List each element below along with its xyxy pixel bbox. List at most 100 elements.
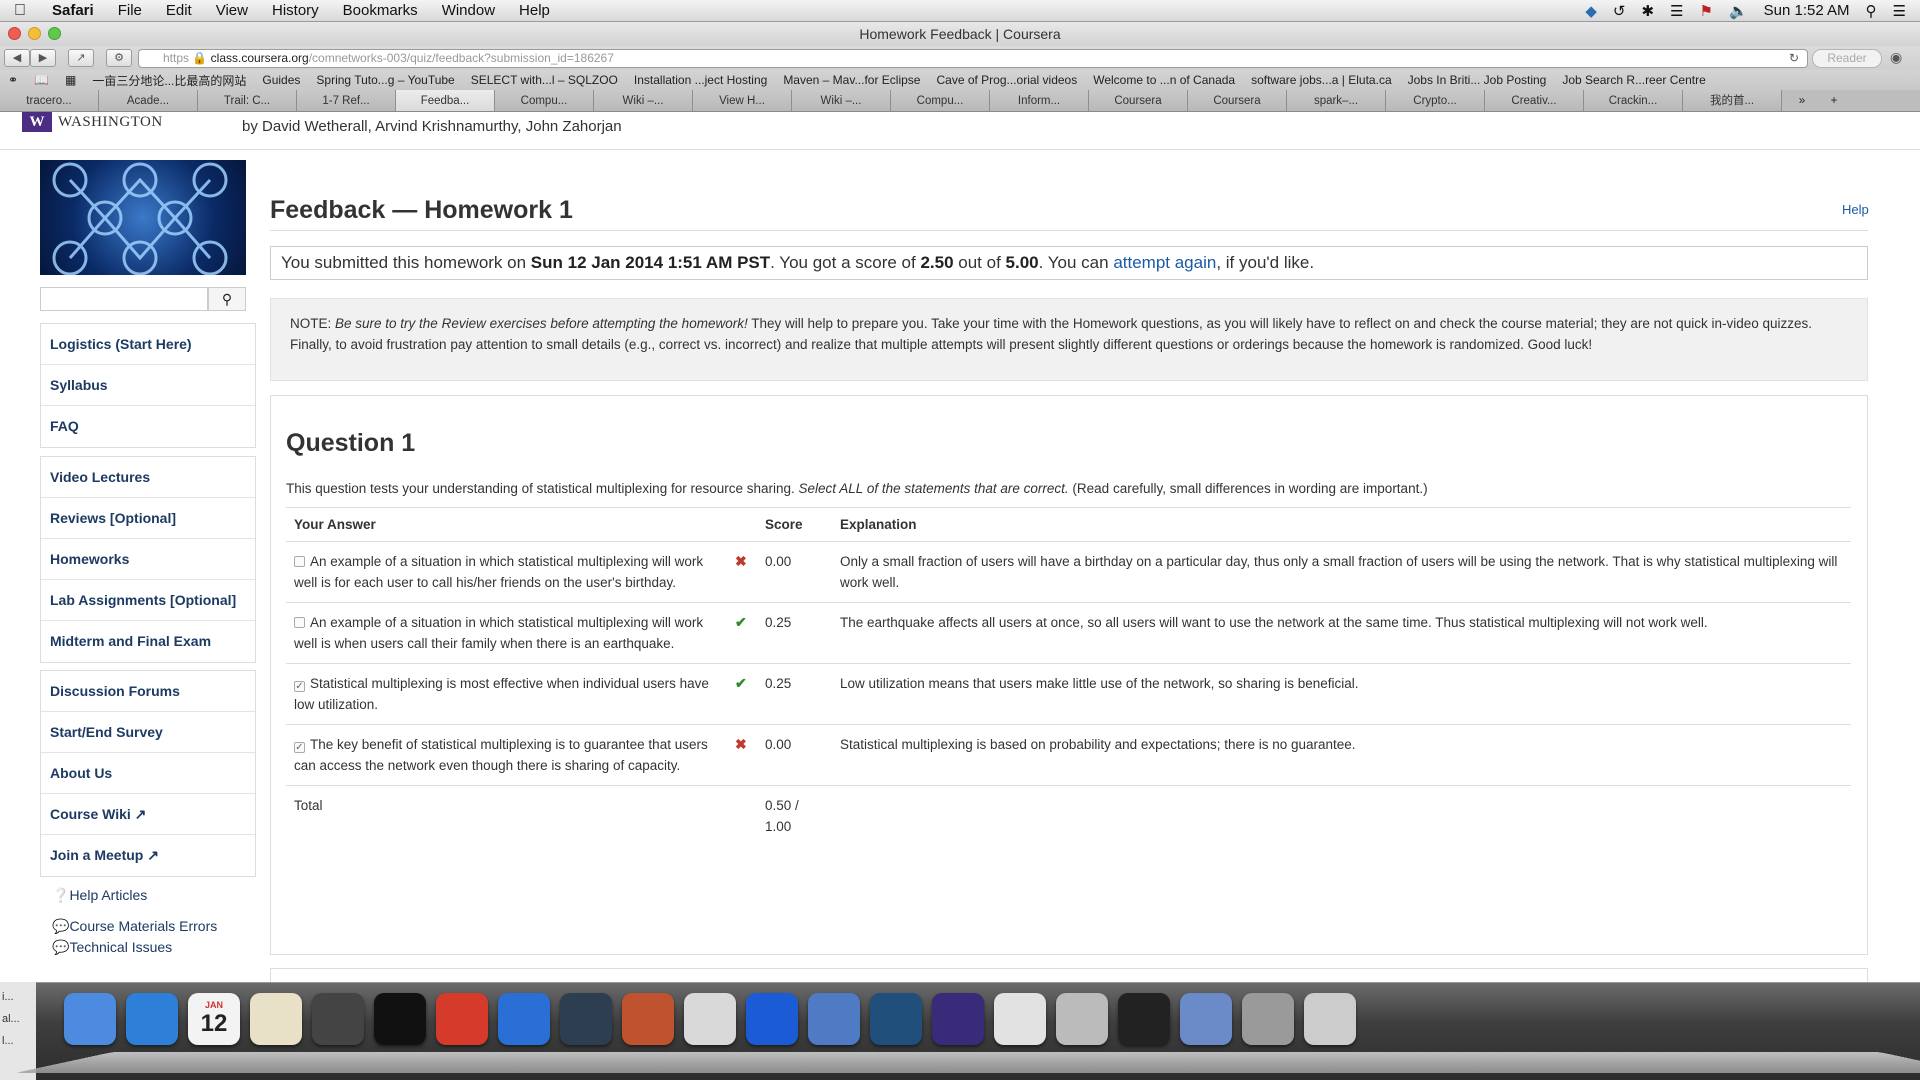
word-icon[interactable] (498, 993, 550, 1045)
bookmark-item[interactable]: Installation ...ject Hosting (626, 73, 775, 87)
search-icon[interactable]: ⚲ (208, 287, 246, 311)
answer-checkbox[interactable]: ✓ (294, 742, 305, 753)
back-button[interactable]: ◀ (4, 49, 30, 67)
sidebar-item-survey[interactable]: Start/End Survey (41, 712, 255, 753)
menu-window[interactable]: Window (430, 2, 507, 19)
new-tab-button[interactable]: + (1822, 90, 1846, 111)
course-errors-link[interactable]: 💬Course Materials Errors (52, 918, 217, 935)
menu-edit[interactable]: Edit (154, 2, 204, 19)
dropbox-icon[interactable]: ◆ (1585, 2, 1597, 20)
help-articles-link[interactable]: ❔Help Articles (52, 887, 147, 904)
tab[interactable]: Wiki –... (792, 90, 891, 111)
activity-monitor-icon[interactable] (1118, 993, 1170, 1045)
preview-icon[interactable] (1180, 993, 1232, 1045)
calculator-icon[interactable] (1056, 993, 1108, 1045)
textedit-icon[interactable] (250, 993, 302, 1045)
menu-bookmarks[interactable]: Bookmarks (331, 2, 430, 19)
sidebar-item-meetup[interactable]: Join a Meetup ↗ (41, 835, 255, 876)
extensions-button[interactable]: ⚙ (106, 49, 132, 67)
attempt-again-link[interactable]: attempt again (1113, 253, 1216, 272)
sidebar-item-about[interactable]: About Us (41, 753, 255, 794)
tab-active[interactable]: Feedba... (396, 90, 495, 111)
tab[interactable]: Wiki –... (594, 90, 693, 111)
tab[interactable]: tracero... (0, 90, 99, 111)
tab[interactable]: 1-7 Ref... (297, 90, 396, 111)
trash-icon[interactable] (1304, 993, 1356, 1045)
sidebar-item-logistics[interactable]: Logistics (Start Here) (41, 324, 255, 365)
sidebar-item-video-lectures[interactable]: Video Lectures (41, 457, 255, 498)
chrome-icon[interactable] (994, 993, 1046, 1045)
uw-logo[interactable]: W (22, 112, 52, 132)
answer-checkbox[interactable] (294, 617, 305, 628)
sidebar-item-reviews[interactable]: Reviews [Optional] (41, 498, 255, 539)
reload-icon[interactable]: ↻ (1789, 50, 1799, 67)
tab[interactable]: Crypto... (1386, 90, 1485, 111)
answer-checkbox[interactable] (294, 556, 305, 567)
bookmark-item[interactable]: Welcome to ...n of Canada (1085, 73, 1243, 87)
finder-icon[interactable] (64, 993, 116, 1045)
utility-icon[interactable] (1242, 993, 1294, 1045)
more-tabs-icon[interactable]: » (1782, 90, 1822, 111)
time-machine-icon[interactable]: ↺ (1613, 2, 1626, 20)
bluetooth-icon[interactable]: ✱ (1641, 2, 1654, 20)
notifications-icon[interactable]: ☰ (1893, 2, 1906, 20)
menu-app[interactable]: Safari (40, 2, 106, 19)
audacity-icon[interactable] (746, 993, 798, 1045)
reader-button[interactable]: Reader (1812, 49, 1882, 68)
answer-checkbox[interactable]: ✓ (294, 681, 305, 692)
bookmarks-icon[interactable]: 📖 (26, 73, 57, 87)
sidebar-search-input[interactable] (40, 287, 208, 311)
mysql-icon[interactable] (870, 993, 922, 1045)
tab[interactable]: Coursera (1188, 90, 1287, 111)
wifi-icon[interactable]: ☰ (1670, 2, 1683, 20)
sidebar-item-course-wiki[interactable]: Course Wiki ↗ (41, 794, 255, 835)
address-bar[interactable]: https 🔒 class.coursera.org/comnetworks-0… (138, 49, 1808, 68)
calendar-icon[interactable]: JAN 12 (188, 993, 240, 1045)
bookmark-item[interactable]: Spring Tuto...g – YouTube (308, 73, 462, 87)
xcode-icon[interactable] (808, 993, 860, 1045)
sidebar-item-faq[interactable]: FAQ (41, 406, 255, 447)
forward-button[interactable]: ▶ (30, 49, 56, 67)
bookmark-item[interactable]: Maven – Mav...for Eclipse (775, 73, 928, 87)
bookmark-item[interactable]: Guides (254, 73, 308, 87)
tab[interactable]: spark–... (1287, 90, 1386, 111)
eclipse-icon[interactable] (932, 993, 984, 1045)
bookmark-item[interactable]: 一亩三分地论...比最高的网站 (84, 72, 254, 89)
share-button[interactable]: ↗ (68, 49, 94, 67)
minimize-window-button[interactable] (28, 27, 41, 40)
bookmark-item[interactable]: SELECT with...l – SQLZOO (463, 73, 626, 87)
tab[interactable]: 我的首... (1683, 90, 1782, 111)
tab[interactable]: Compu... (495, 90, 594, 111)
sidebar-item-exams[interactable]: Midterm and Final Exam (41, 621, 255, 662)
volume-icon[interactable]: 🔈 (1729, 2, 1748, 20)
tab[interactable]: Creativ... (1485, 90, 1584, 111)
tech-issues-link[interactable]: 💬Technical Issues (52, 939, 172, 956)
tab[interactable]: Coursera (1089, 90, 1188, 111)
tab[interactable]: Acade... (99, 90, 198, 111)
help-link[interactable]: Help (1842, 202, 1869, 217)
tab[interactable]: Trail: C... (198, 90, 297, 111)
acrobat-icon[interactable] (436, 993, 488, 1045)
menu-view[interactable]: View (204, 2, 260, 19)
tab[interactable]: Inform... (990, 90, 1089, 111)
reading-list-icon[interactable]: ⚭ (0, 73, 26, 87)
bookmark-item[interactable]: Job Search R...reer Centre (1554, 73, 1713, 87)
java-icon[interactable] (622, 993, 674, 1045)
top-sites-icon[interactable]: ▦ (57, 73, 84, 87)
tab[interactable]: Compu... (891, 90, 990, 111)
bookmark-item[interactable]: software jobs...a | Eluta.ca (1243, 73, 1400, 87)
flag-icon[interactable]: ⚑ (1700, 2, 1713, 20)
spotlight-icon[interactable]: ⚲ (1866, 2, 1877, 20)
close-window-button[interactable] (8, 27, 21, 40)
sidebar-item-homeworks[interactable]: Homeworks (41, 539, 255, 580)
bookmark-item[interactable]: Cave of Prog...orial videos (928, 73, 1085, 87)
textwrangler-icon[interactable] (684, 993, 736, 1045)
menu-history[interactable]: History (260, 2, 331, 19)
clock[interactable]: Sun 1:52 AM (1764, 2, 1850, 19)
sublime-icon[interactable] (312, 993, 364, 1045)
download-icon[interactable]: ◉ (1890, 49, 1902, 66)
braces-icon[interactable] (560, 993, 612, 1045)
tab[interactable]: View H... (693, 90, 792, 111)
tab[interactable]: Crackin... (1584, 90, 1683, 111)
terminal-icon[interactable] (374, 993, 426, 1045)
